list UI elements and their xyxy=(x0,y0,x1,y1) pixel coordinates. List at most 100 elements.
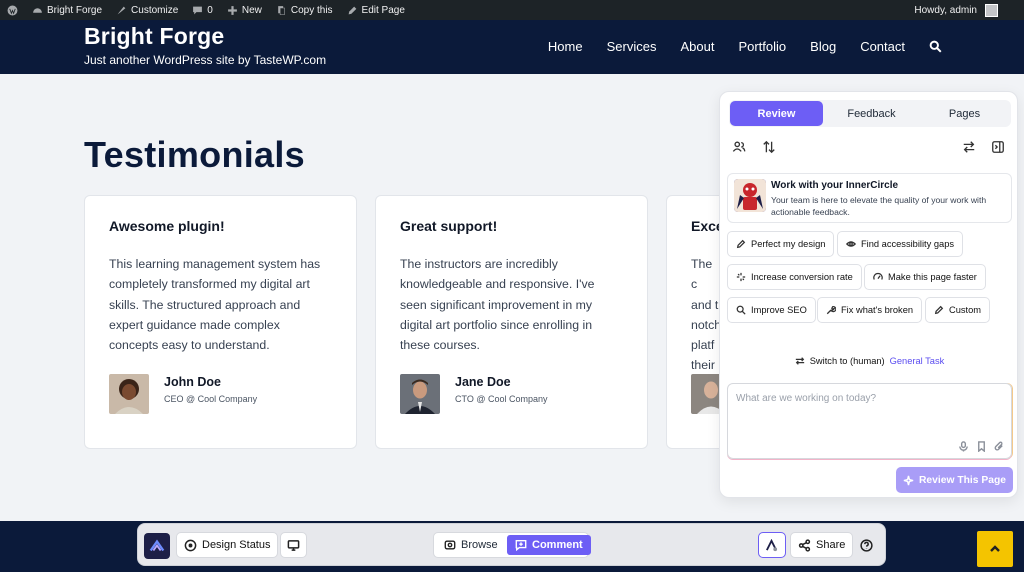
comment-bubble-icon xyxy=(192,5,203,16)
chip-label: Custom xyxy=(949,305,982,315)
mode-switch: Browse Comment xyxy=(433,532,591,558)
share-button[interactable]: Share xyxy=(790,532,854,558)
site-title[interactable]: Bright Forge xyxy=(84,23,326,50)
help-button[interactable] xyxy=(855,532,879,558)
fix-broken-chip[interactable]: Fix what's broken xyxy=(817,297,923,323)
assistant-icon xyxy=(765,538,778,552)
edit-page-link[interactable]: Edit Page xyxy=(340,0,412,20)
nav-blog[interactable]: Blog xyxy=(810,39,836,54)
tab-pages[interactable]: Pages xyxy=(919,101,1010,126)
search-icon[interactable] xyxy=(905,40,942,53)
prompt-input[interactable] xyxy=(728,384,1011,434)
edit-page-label: Edit Page xyxy=(361,4,405,16)
account-menu[interactable]: Howdy, admin xyxy=(907,0,1024,20)
testimonial-author: Jane Doe CTO @ Cool Company xyxy=(400,374,623,414)
design-status-button[interactable]: Design Status xyxy=(176,532,279,558)
comment-label: Comment xyxy=(532,539,583,551)
author-photo xyxy=(109,374,149,414)
review-page-button[interactable]: Review This Page xyxy=(896,467,1013,493)
copy-icon xyxy=(276,5,287,16)
chip-label: Increase conversion rate xyxy=(751,272,853,282)
nav-portfolio[interactable]: Portfolio xyxy=(738,39,786,54)
microphone-icon[interactable] xyxy=(958,441,969,452)
wp-logo-menu[interactable] xyxy=(0,0,25,20)
app-logo[interactable] xyxy=(144,533,170,559)
assistant-button[interactable] xyxy=(758,532,786,558)
chip-label: Make this page faster xyxy=(888,272,977,282)
copy-this-label: Copy this xyxy=(290,4,333,16)
nav-about[interactable]: About xyxy=(680,39,714,54)
sort-icon[interactable] xyxy=(762,140,776,154)
sparkle-icon xyxy=(736,272,746,282)
testimonial-title: Awesome plugin! xyxy=(109,218,225,234)
site-name-menu[interactable]: Bright Forge xyxy=(25,0,109,20)
device-preview-button[interactable] xyxy=(280,532,307,558)
switch-label: Switch to (human) xyxy=(809,356,885,366)
share-icon xyxy=(798,538,811,552)
page-title: Testimonials xyxy=(84,134,305,175)
swap-icon[interactable] xyxy=(962,140,976,154)
testimonial-text: The instructors are incredibly knowledge… xyxy=(400,257,595,353)
inner-circle-card[interactable]: Work with your InnerCircle Your team is … xyxy=(727,173,1012,223)
customize-link[interactable]: Customize xyxy=(109,0,185,20)
bookmark-icon[interactable] xyxy=(976,441,987,452)
site-name-label: Bright Forge xyxy=(47,4,103,16)
inner-circle-heading: Work with your InnerCircle xyxy=(771,180,899,191)
design-status-label: Design Status xyxy=(202,539,271,551)
prompt-box xyxy=(727,383,1012,459)
swap-icon xyxy=(795,356,805,366)
copy-this-link[interactable]: Copy this xyxy=(269,0,340,20)
new-content-menu[interactable]: New xyxy=(220,0,269,20)
chip-label: Perfect my design xyxy=(751,239,826,249)
testimonial-author: John Doe CEO @ Cool Company xyxy=(109,374,332,414)
eye-icon xyxy=(846,239,856,249)
browse-mode-button[interactable]: Browse xyxy=(436,535,506,555)
author-name: John Doe xyxy=(164,375,221,389)
author-name: Jane Doe xyxy=(455,375,511,389)
dashboard-icon xyxy=(32,5,43,16)
browse-label: Browse xyxy=(461,539,498,551)
search-icon xyxy=(736,305,746,315)
author-role: CTO @ Cool Company xyxy=(455,394,548,404)
users-icon[interactable] xyxy=(732,140,746,154)
inner-circle-illustration xyxy=(734,179,766,212)
wordpress-icon xyxy=(7,5,18,16)
chevron-up-icon xyxy=(989,543,1001,555)
perfect-design-chip[interactable]: Perfect my design xyxy=(727,231,835,257)
author-photo xyxy=(400,374,440,414)
paperclip-icon[interactable] xyxy=(994,441,1005,452)
testimonial-card: Awesome plugin! This learning management… xyxy=(84,195,357,449)
seo-chip[interactable]: Improve SEO xyxy=(727,297,816,323)
custom-chip[interactable]: Custom xyxy=(925,297,991,323)
nav-contact[interactable]: Contact xyxy=(860,39,905,54)
chip-label: Find accessibility gaps xyxy=(861,239,955,249)
author-role: CEO @ Cool Company xyxy=(164,394,258,404)
tab-feedback[interactable]: Feedback xyxy=(825,101,918,126)
nav-services[interactable]: Services xyxy=(607,39,657,54)
site-header: Bright Forge Just another WordPress site… xyxy=(0,20,1024,74)
tab-review[interactable]: Review xyxy=(730,101,823,126)
chip-label: Improve SEO xyxy=(751,305,807,315)
gauge-icon xyxy=(873,272,883,282)
comments-link[interactable]: 0 xyxy=(185,0,220,20)
pencil-icon xyxy=(736,239,746,249)
wp-admin-bar: Bright Forge Customize 0 New Copy this E… xyxy=(0,0,1024,20)
collapse-panel-icon[interactable] xyxy=(991,140,1005,154)
page-speed-chip[interactable]: Make this page faster xyxy=(864,264,986,290)
brush-icon xyxy=(116,5,127,16)
scroll-to-top-button[interactable] xyxy=(977,531,1013,567)
comment-mode-button[interactable]: Comment xyxy=(507,535,591,555)
new-label: New xyxy=(241,4,262,16)
status-circle-icon xyxy=(184,539,197,552)
nav-home[interactable]: Home xyxy=(548,39,583,54)
general-task-link[interactable]: General Task xyxy=(890,356,945,366)
comment-plus-icon xyxy=(515,539,527,551)
wrench-icon xyxy=(826,305,836,315)
sparkle-icon xyxy=(903,475,914,486)
conversion-chip[interactable]: Increase conversion rate xyxy=(727,264,862,290)
switch-mode-row: Switch to (human) General Task xyxy=(720,356,1019,366)
chip-label: Fix what's broken xyxy=(841,305,914,315)
review-toolbar: Design Status Browse Comment Share xyxy=(137,523,886,566)
help-icon xyxy=(860,538,873,552)
accessibility-chip[interactable]: Find accessibility gaps xyxy=(837,231,964,257)
